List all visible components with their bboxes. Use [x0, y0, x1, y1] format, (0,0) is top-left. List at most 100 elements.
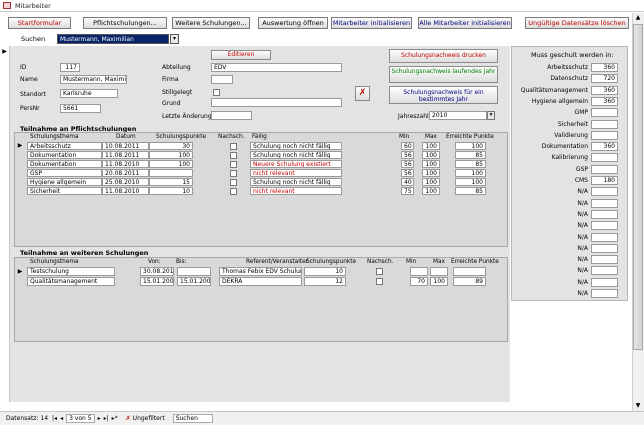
pflicht-min-cell[interactable]: 56 — [401, 159, 414, 168]
firma-field[interactable] — [211, 75, 233, 84]
grund-field[interactable] — [211, 98, 342, 107]
pflicht-max-cell[interactable]: 100 — [422, 150, 440, 159]
pflichtschulungen-button[interactable]: Pflichtschulungen... — [83, 17, 167, 29]
punkte-value-field[interactable] — [591, 255, 618, 265]
pflicht-punkte-cell[interactable]: 15 — [149, 177, 193, 186]
search-combobox[interactable]: Mustermann, Maximilian — [57, 34, 169, 44]
pflicht-faellig-cell[interactable]: nicht relevant — [250, 186, 342, 195]
pflicht-datum-cell[interactable]: 20.08.2011 — [102, 168, 149, 177]
pflicht-erreicht-cell[interactable]: 100 — [455, 168, 486, 177]
punkte-value-field[interactable]: 360 — [591, 85, 618, 95]
delete-icon[interactable]: ✗ — [355, 86, 370, 101]
punkte-value-field[interactable] — [591, 243, 618, 253]
id-field[interactable]: 117 — [60, 63, 80, 72]
nachschulung-checkbox[interactable] — [230, 187, 237, 195]
pflicht-datum-cell[interactable]: 10.08.2011 — [102, 142, 149, 150]
pflicht-punkte-cell[interactable]: 30 — [149, 142, 193, 150]
weitere-bis-cell[interactable] — [177, 267, 211, 276]
chevron-down-icon[interactable]: ▾ — [170, 34, 179, 44]
startformular-button[interactable]: Startformular — [8, 17, 71, 29]
stillgelegt-checkbox[interactable] — [213, 89, 220, 96]
standort-field[interactable]: Karlsruhe — [60, 89, 118, 98]
punkte-value-field[interactable] — [591, 108, 618, 118]
weitere-punkte-cell[interactable]: 10 — [304, 267, 346, 276]
abteilung-field[interactable]: EDV — [211, 63, 342, 72]
previous-record-icon[interactable]: ◂ — [60, 415, 63, 422]
pflicht-erreicht-cell[interactable]: 100 — [455, 177, 486, 186]
punkte-value-field[interactable]: 720 — [591, 74, 618, 84]
nachschulung-checkbox[interactable] — [376, 268, 383, 275]
pflicht-thema-cell[interactable]: Hygiene allgemein — [27, 177, 102, 186]
punkte-value-field[interactable] — [591, 289, 618, 298]
pflicht-faellig-cell[interactable]: Neuere Schulung existiert — [250, 159, 342, 168]
pflicht-thema-cell[interactable]: Dokumentation — [27, 159, 102, 168]
punkte-value-field[interactable] — [591, 198, 618, 208]
record-search-field[interactable]: Suchen — [172, 414, 213, 423]
pflicht-punkte-cell[interactable] — [149, 168, 193, 177]
filter-icon[interactable]: ✗ — [126, 415, 131, 422]
pflicht-max-cell[interactable]: 100 — [422, 159, 440, 168]
weitere-min-cell[interactable] — [410, 267, 428, 276]
punkte-value-field[interactable]: 360 — [591, 142, 618, 152]
schulungsnachweis-laufendes-jahr-button[interactable]: Schulungsnachweis laufendes Jahr — [389, 66, 498, 83]
scrollbar-thumb[interactable] — [633, 24, 643, 350]
nachschulung-checkbox[interactable] — [376, 277, 383, 285]
row-selector[interactable]: ▶ — [16, 267, 24, 276]
pflicht-faellig-cell[interactable]: Schulung noch nicht fällig — [250, 150, 342, 159]
punkte-value-field[interactable]: 360 — [591, 63, 618, 72]
pflicht-min-cell[interactable]: 40 — [401, 177, 414, 186]
pflicht-min-cell[interactable]: 75 — [401, 186, 414, 195]
last-record-icon[interactable]: ▸| — [104, 415, 109, 422]
mitarbeiter-initialisieren-button[interactable]: Mitarbeiter initialisieren — [331, 17, 412, 29]
row-selector[interactable] — [16, 178, 24, 186]
pflicht-min-cell[interactable]: 56 — [401, 150, 414, 159]
first-record-icon[interactable]: |◂ — [52, 415, 57, 422]
row-selector[interactable] — [16, 151, 24, 159]
weitere-thema-cell[interactable]: Qualitätsmanagement — [27, 276, 115, 286]
pflicht-faellig-cell[interactable]: Schulung noch nicht fällig — [250, 142, 342, 150]
pflicht-thema-cell[interactable]: Dokumentation — [27, 150, 102, 159]
punkte-value-field[interactable] — [591, 221, 618, 231]
pflicht-faellig-cell[interactable]: Schulung noch nicht fällig — [250, 177, 342, 186]
auswertung-button[interactable]: Auswertung öffnen — [258, 17, 328, 29]
weitere-punkte-cell[interactable]: 12 — [304, 276, 346, 286]
letzte-aenderung-field[interactable] — [211, 111, 252, 120]
row-selector[interactable]: ▶ — [16, 142, 24, 150]
pflicht-min-cell[interactable]: 56 — [401, 168, 414, 177]
nachschulung-checkbox[interactable] — [230, 178, 237, 186]
name-field[interactable]: Mustermann, Maximilian — [60, 75, 127, 84]
record-selector[interactable]: ▶ — [0, 46, 10, 402]
weitere-referent-cell[interactable]: Thomas Febix EDV Schulungen — [219, 267, 302, 276]
schulungsnachweis-bestimmtes-jahr-button[interactable]: Schulungsnachweis für ein bestimmtes Jah… — [389, 86, 498, 104]
scroll-up-icon[interactable]: ▲ — [633, 14, 643, 23]
persnr-field[interactable]: 5661 — [60, 104, 101, 113]
editieren-button[interactable]: Editieren — [211, 50, 271, 60]
punkte-value-field[interactable] — [591, 209, 618, 219]
weitere-referent-cell[interactable]: DEKRA — [219, 276, 302, 286]
nachschulung-checkbox[interactable] — [230, 143, 237, 150]
jahreszahl-combobox[interactable]: 2010 — [429, 111, 487, 120]
schulungsnachweis-drucken-button[interactable]: Schulungsnachweis drucken — [389, 49, 498, 63]
weitere-thema-cell[interactable]: Testschulung — [27, 267, 115, 276]
pflicht-erreicht-cell[interactable]: 85 — [455, 159, 486, 168]
punkte-value-field[interactable] — [591, 153, 618, 163]
pflicht-erreicht-cell[interactable]: 100 — [455, 142, 486, 150]
pflicht-datum-cell[interactable]: 11.08.2010 — [102, 159, 149, 168]
new-record-icon[interactable]: ▸* — [112, 415, 118, 422]
pflicht-max-cell[interactable]: 100 — [422, 142, 440, 150]
punkte-value-field[interactable] — [591, 277, 618, 287]
weitere-bis-cell[interactable]: 15.01.2009 — [177, 276, 211, 286]
pflicht-max-cell[interactable]: 100 — [422, 186, 440, 195]
nachschulung-checkbox[interactable] — [230, 169, 237, 177]
weitere-max-cell[interactable]: 100 — [430, 276, 448, 286]
record-position-field[interactable]: 3 von 5 — [66, 414, 95, 423]
ungueltige-loeschen-button[interactable]: Ungültige Datensätze löschen — [525, 17, 629, 29]
pflicht-max-cell[interactable]: 100 — [422, 177, 440, 186]
pflicht-thema-cell[interactable]: GSP — [27, 168, 102, 177]
next-record-icon[interactable]: ▸ — [98, 415, 101, 422]
weitere-erreicht-cell[interactable] — [453, 267, 486, 276]
pflicht-faellig-cell[interactable]: nicht relevant — [250, 168, 342, 177]
weitere-max-cell[interactable] — [430, 267, 448, 276]
punkte-value-field[interactable]: 180 — [591, 176, 618, 185]
pflicht-datum-cell[interactable]: 11.08.2011 — [102, 150, 149, 159]
